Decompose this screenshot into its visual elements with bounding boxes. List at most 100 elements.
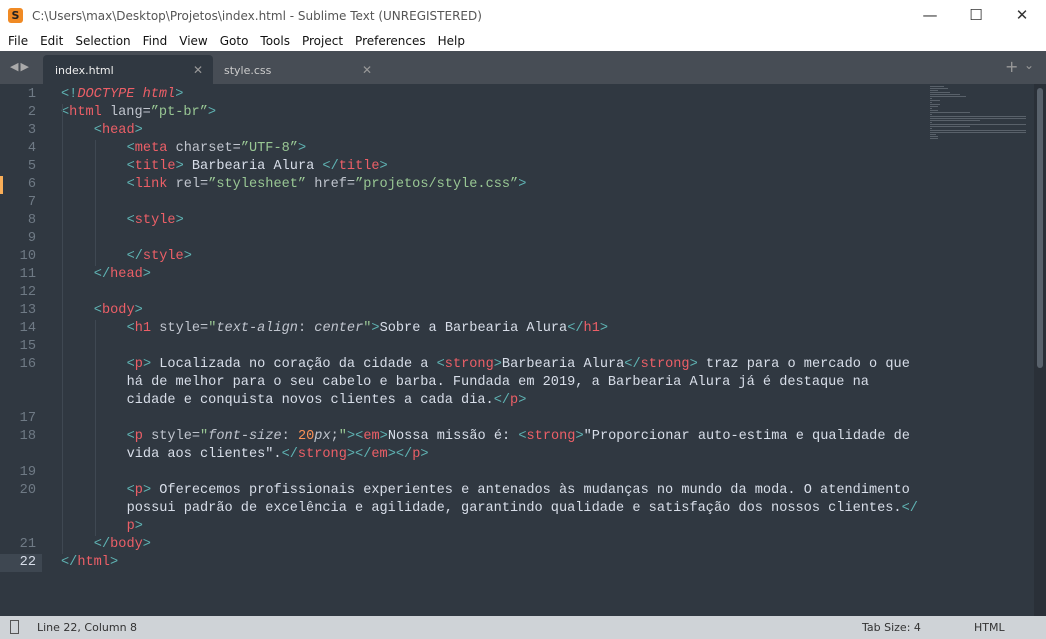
code-token: >: [134, 519, 143, 534]
code-line[interactable]: 1 <!DOCTYPE html>: [0, 86, 1034, 104]
line-number: 2: [27, 105, 36, 120]
code-token: strong: [444, 357, 494, 372]
code-line[interactable]: 3 <head>: [0, 122, 1034, 140]
code-line[interactable]: 16 <p> Localizada no coração da cidade a …: [0, 356, 1034, 374]
new-tab-plus-icon[interactable]: +: [1005, 57, 1018, 76]
code-token: Barbearia Alura: [183, 159, 323, 174]
line-number: 3: [27, 123, 36, 138]
code-line[interactable]: possui padrão de excelência e agilidade,…: [0, 500, 1034, 518]
minimap-line: [930, 108, 932, 109]
code-token: <: [93, 123, 102, 138]
minimap-line: [930, 110, 938, 111]
code-token: <: [126, 177, 135, 192]
code-token: html: [77, 555, 110, 570]
menu-tools[interactable]: Tools: [254, 34, 296, 48]
code-token: >: [109, 555, 119, 570]
code-line[interactable]: 21 </body>: [0, 536, 1034, 554]
code-token: ": [200, 429, 209, 444]
panel-toggle-icon[interactable]: [10, 620, 19, 634]
close-tab-icon[interactable]: ✕: [362, 63, 372, 77]
line-number: 19: [19, 465, 36, 480]
status-bar: Line 22, Column 8 Tab Size: 4 HTML: [0, 616, 1046, 639]
code-line[interactable]: 22 </html>: [0, 554, 1034, 572]
code-line[interactable]: 6 <link rel=”stylesheet” href=”projetos/s…: [0, 176, 1034, 194]
menu-edit[interactable]: Edit: [34, 34, 69, 48]
code-token: </: [93, 267, 111, 282]
tab-style-css[interactable]: style.css ✕: [212, 55, 382, 84]
code-token: <: [126, 429, 135, 444]
code-line[interactable]: 13 <body>: [0, 302, 1034, 320]
code-line[interactable]: 10 </style>: [0, 248, 1034, 266]
close-tab-icon[interactable]: ✕: [193, 63, 203, 77]
code-token: </: [395, 447, 413, 462]
code-token: rel=: [167, 177, 209, 192]
code-text: há de melhor para o seu cabelo e barba. …: [127, 374, 869, 392]
menu-file[interactable]: File: [2, 34, 34, 48]
minimap-line: [930, 138, 938, 139]
code-line[interactable]: 14 <h1 style="text-align: center">Sobre a…: [0, 320, 1034, 338]
title-bar: S C:\Users\max\Desktop\Projetos\index.ht…: [0, 0, 1046, 31]
menu-view[interactable]: View: [173, 34, 213, 48]
code-line[interactable]: 11 </head>: [0, 266, 1034, 284]
code-token: >: [142, 483, 152, 498]
code-line[interactable]: 8 <style>: [0, 212, 1034, 230]
code-token: charset=: [167, 141, 241, 156]
menu-selection[interactable]: Selection: [69, 34, 136, 48]
tab-list-chevron-icon[interactable]: ⌄: [1024, 58, 1034, 72]
code-line[interactable]: 12: [0, 284, 1034, 302]
code-line[interactable]: vida aos clientes".</strong></em></p>: [0, 446, 1034, 464]
code-text: p>: [127, 518, 143, 536]
code-line[interactable]: 17: [0, 410, 1034, 428]
menu-project[interactable]: Project: [296, 34, 349, 48]
code-token: Nossa missão é:: [387, 429, 519, 444]
code-text: </style>: [127, 248, 192, 266]
tab-size-selector[interactable]: Tab Size: 4: [862, 621, 921, 634]
code-token: Localizada no coração da cidade a: [151, 357, 437, 372]
minimap-line: [930, 114, 932, 115]
tab-index-html[interactable]: index.html ✕: [43, 55, 213, 84]
minimap-line: [930, 126, 970, 127]
code-line[interactable]: 20 <p> Oferecemos profissionais experient…: [0, 482, 1034, 500]
code-line[interactable]: 9: [0, 230, 1034, 248]
maximize-button[interactable]: ☐: [953, 0, 999, 31]
menu-preferences[interactable]: Preferences: [349, 34, 432, 48]
code-token: ”projetos/style.css”: [355, 177, 519, 192]
code-line[interactable]: p>: [0, 518, 1034, 536]
code-line[interactable]: 4 <meta charset=”UTF-8”>: [0, 140, 1034, 158]
minimap[interactable]: [930, 86, 1030, 142]
menu-find[interactable]: Find: [137, 34, 174, 48]
menu-help[interactable]: Help: [432, 34, 471, 48]
syntax-selector[interactable]: HTML: [974, 621, 1005, 634]
code-line[interactable]: há de melhor para o seu cabelo e barba. …: [0, 374, 1034, 392]
code-token: </: [322, 159, 339, 174]
code-line[interactable]: 19: [0, 464, 1034, 482]
code-token: <: [126, 357, 135, 372]
minimap-line: [930, 94, 960, 95]
code-token: >: [420, 447, 429, 462]
close-button[interactable]: ✕: [999, 0, 1045, 31]
code-line[interactable]: 15: [0, 338, 1034, 356]
code-text: <!DOCTYPE html>: [61, 86, 183, 104]
vertical-scrollbar[interactable]: [1034, 84, 1046, 616]
code-token: p: [510, 393, 519, 408]
tab-label: index.html: [55, 64, 114, 77]
minimize-button[interactable]: —: [907, 0, 953, 31]
tab-nav-arrows-icon[interactable]: ◀▶: [10, 60, 31, 73]
code-line[interactable]: 18 <p style="font-size: 20px;"><em>Nossa …: [0, 428, 1034, 446]
code-editor[interactable]: 1 <!DOCTYPE html> 2 <html lang=”pt-br”> 3 <he…: [0, 84, 1034, 616]
line-number: 8: [27, 213, 36, 228]
code-line[interactable]: 7: [0, 194, 1034, 212]
code-token: :: [297, 321, 315, 336]
code-line[interactable]: 2 <html lang=”pt-br”>: [0, 104, 1034, 122]
code-token: title: [134, 159, 176, 174]
code-token: >: [142, 357, 152, 372]
code-line[interactable]: 5 <title> Barbearia Alura </title>: [0, 158, 1034, 176]
code-token: text-align: [216, 321, 298, 336]
code-token: font-size: [208, 429, 282, 444]
scrollbar-thumb[interactable]: [1037, 88, 1043, 368]
code-token: Barbearia Alura: [501, 357, 625, 372]
code-line[interactable]: cidade e conquista novos clientes a cada…: [0, 392, 1034, 410]
code-token: style=: [151, 321, 209, 336]
menu-goto[interactable]: Goto: [214, 34, 255, 48]
code-token: ”pt-br”: [150, 105, 208, 120]
